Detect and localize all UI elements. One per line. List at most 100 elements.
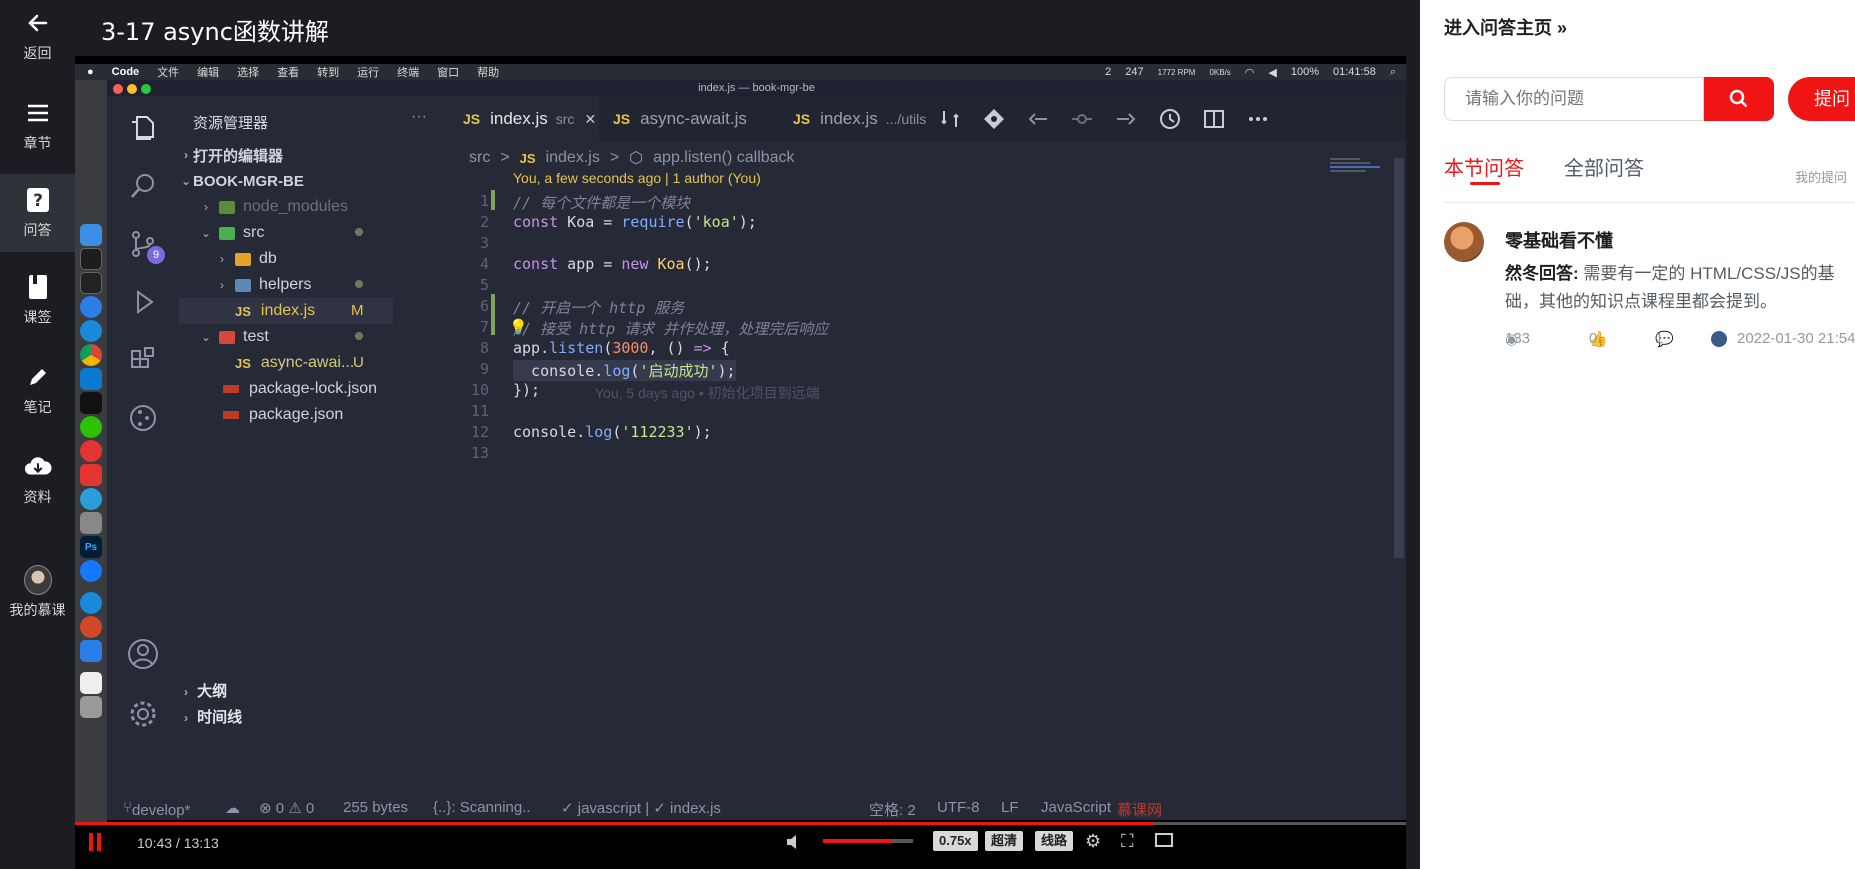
question-date: 2022-01-30 21:54 (1737, 330, 1855, 347)
run-debug-icon[interactable] (125, 284, 161, 320)
video-player[interactable]: ● Code 文件 编辑 选择 查看 转到 运行 终端 窗口 帮助 2 247 … (75, 56, 1406, 869)
lightbulb-icon[interactable]: 💡 (509, 318, 528, 336)
tab-index-utils[interactable]: JS index.js .../utils (779, 96, 929, 142)
qa-search-input[interactable] (1444, 77, 1704, 121)
quality-button[interactable]: 超清 (985, 831, 1024, 851)
tab-all-qa[interactable]: 全部问答 (1564, 152, 1644, 181)
line-number: 11 (470, 402, 489, 420)
tree-item-package-json[interactable]: package.json (215, 402, 343, 428)
file-size-status: 255 bytes (343, 799, 409, 816)
pause-icon[interactable] (89, 833, 93, 851)
branch-status[interactable]: ⑂ develop* (123, 799, 190, 819)
commit-icon[interactable] (1071, 108, 1093, 130)
ask-question-button[interactable]: 提问 (1788, 77, 1855, 121)
eol-status[interactable]: LF (1001, 799, 1019, 816)
line-number: 4 (479, 255, 489, 273)
qa-button[interactable]: ? 问答 (0, 174, 75, 252)
code-line: const app = new Koa(); (513, 255, 712, 273)
source-control-icon[interactable]: 9 (125, 226, 165, 264)
split-editor-icon[interactable] (1203, 108, 1225, 130)
editor-scrollbar[interactable] (1394, 158, 1404, 558)
method-icon: ⬡ (629, 150, 644, 167)
tab-async-await[interactable]: JS async-await.js (599, 96, 779, 142)
mac-menu-item: 窗口 (437, 67, 460, 79)
avatar[interactable] (1444, 222, 1484, 262)
minimap[interactable] (1330, 158, 1390, 188)
speed-button[interactable]: 0.75x (933, 831, 978, 851)
chevron-right-icon: › (184, 711, 188, 725)
account-icon[interactable] (125, 636, 161, 672)
explorer-more-button[interactable]: ··· (411, 108, 427, 126)
my-imooc-button[interactable]: 我的慕课 (0, 554, 75, 632)
back-button[interactable]: 返回 (0, 0, 75, 72)
code-line: console.log('112233'); (513, 423, 712, 441)
indent-status[interactable]: 空格: 2 (869, 799, 916, 820)
mac-status-item: 1772 RPM (1157, 67, 1196, 77)
tree-item-db[interactable]: › db (215, 246, 277, 272)
close-window-button[interactable] (113, 84, 123, 94)
previous-change-icon[interactable] (1027, 108, 1049, 130)
maximize-window-button[interactable] (141, 84, 151, 94)
mac-menu-item: 转到 (317, 67, 340, 79)
close-tab-button[interactable]: ✕ (584, 111, 596, 128)
compare-changes-icon[interactable] (939, 108, 961, 130)
line-button[interactable]: 线路 (1035, 831, 1074, 851)
search-icon[interactable] (125, 168, 161, 204)
explorer-icon[interactable] (125, 110, 161, 146)
code-line: // 开启一个 http 服务 (513, 299, 685, 317)
next-change-icon[interactable] (1115, 108, 1137, 130)
timeline-label: 时间线 (197, 709, 243, 726)
tree-item-helpers[interactable]: › helpers (215, 272, 311, 298)
git-graph-icon[interactable] (125, 400, 161, 436)
problems-status[interactable]: ⊗ 0 ⚠ 0 (259, 799, 314, 817)
chapters-label: 章节 (23, 136, 52, 152)
qa-home-link[interactable]: 进入问答主页 » (1444, 14, 1567, 40)
breadcrumb-item[interactable]: src (469, 149, 490, 167)
open-editors-section[interactable]: › 打开的编辑器 (179, 142, 283, 168)
tree-item-async-await[interactable]: JS async-awai... (235, 350, 354, 376)
git-diamond-icon[interactable] (983, 108, 1005, 130)
tab-section-qa[interactable]: 本节问答 (1444, 152, 1524, 181)
language-mode-status[interactable]: JavaScript (1041, 799, 1111, 816)
chevron-right-icon: › (184, 148, 188, 162)
settings-gear-icon[interactable] (125, 696, 161, 732)
my-questions-link[interactable]: 我的提问 (1795, 167, 1847, 186)
tab-index-js[interactable]: JS index.js src ✕ (449, 96, 599, 142)
answerer-label: 然冬回答: (1505, 264, 1579, 283)
extensions-icon[interactable] (125, 342, 161, 378)
settings-gear-icon[interactable]: ⚙ (1085, 831, 1101, 852)
app-icon (80, 512, 102, 534)
picture-in-picture-icon[interactable] (1155, 833, 1173, 847)
timeline-section[interactable]: › 时间线 (179, 706, 242, 727)
tree-item-package-lock[interactable]: package-lock.json (215, 376, 377, 402)
fullscreen-icon[interactable]: ⛶ (1121, 831, 1134, 852)
encoding-status[interactable]: UTF-8 (937, 799, 980, 816)
chapters-button[interactable]: 章节 (0, 90, 75, 162)
notebook-button[interactable]: 课签 (0, 264, 75, 336)
project-root[interactable]: ⌄ BOOK-MGR-BE (179, 168, 304, 194)
panel-divider[interactable] (1406, 56, 1420, 869)
finder-icon (80, 224, 102, 246)
question-title[interactable]: 零基础看不懂 (1505, 227, 1613, 253)
volume-slider[interactable] (823, 839, 913, 843)
materials-button[interactable]: 资料 (0, 444, 75, 516)
volume-icon[interactable] (785, 833, 803, 854)
qa-search-button[interactable] (1704, 77, 1774, 121)
tree-label: async-awai... (260, 354, 355, 371)
breadcrumb-item[interactable]: app.listen() callback (653, 149, 794, 167)
tree-item-node-modules[interactable]: › node_modules (199, 194, 348, 220)
notes-button[interactable]: 笔记 (0, 354, 75, 426)
outline-section[interactable]: › 大纲 (179, 680, 227, 701)
language-check-status[interactable]: ✓ javascript | ✓ index.js (561, 799, 721, 817)
line-number: 2 (479, 213, 489, 231)
breadcrumb-item[interactable]: index.js (546, 149, 600, 167)
tab-label: index.js (820, 109, 878, 128)
history-icon[interactable] (1159, 108, 1181, 130)
tree-item-src[interactable]: ⌄ src (199, 220, 264, 246)
more-actions-icon[interactable] (1247, 108, 1269, 130)
app-root: 返回 章节 ? 问答 课签 笔记 资料 我的慕课 3-17 async函数讲解 … (0, 0, 1855, 869)
sync-icon[interactable]: ☁ (225, 799, 240, 817)
mac-status-item: 2 (1105, 66, 1112, 78)
tree-item-test[interactable]: ⌄ test (199, 324, 269, 350)
minimize-window-button[interactable] (127, 84, 137, 94)
